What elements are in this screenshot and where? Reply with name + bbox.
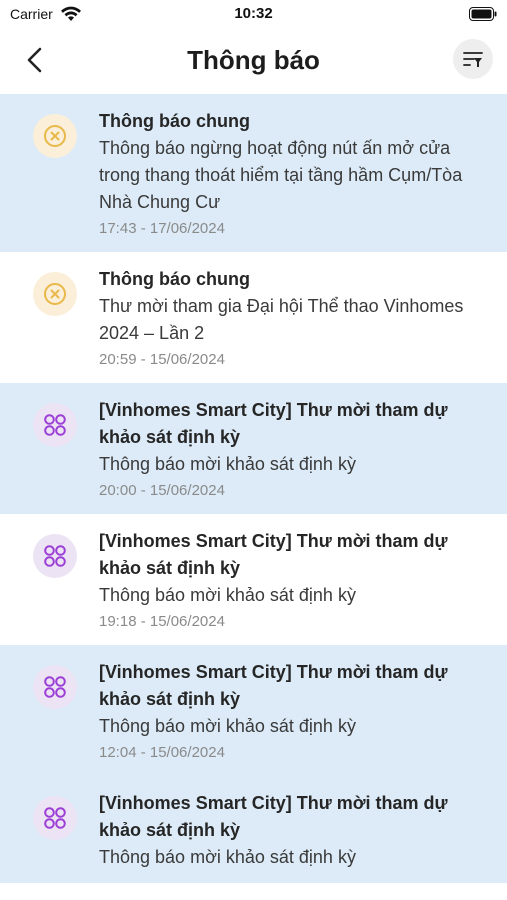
page-title: Thông báo (187, 45, 320, 75)
notification-item[interactable]: Thông báo chung Thư mời tham gia Đại hội … (0, 252, 507, 383)
notification-title: [Vinhomes Smart City] Thư mời tham dự kh… (99, 662, 448, 709)
x-circle-icon (44, 283, 66, 305)
navigation-bar: Thông báo (0, 30, 507, 94)
notification-timestamp: 20:59 - 15/06/2024 (99, 351, 225, 368)
grid-circles-icon (44, 414, 66, 436)
notification-title: [Vinhomes Smart City] Thư mời tham dự kh… (99, 531, 448, 578)
notification-item[interactable]: [Vinhomes Smart City] Thư mời tham dự kh… (0, 776, 507, 883)
notification-item[interactable]: [Vinhomes Smart City] Thư mời tham dự kh… (0, 514, 507, 645)
notification-list[interactable]: Thông báo chung Thông báo ngừng hoạt động… (0, 94, 507, 900)
notification-icon-badge (33, 272, 77, 316)
notification-title: Thông báo chung (99, 111, 250, 131)
notification-icon-badge (33, 665, 77, 709)
chevron-left-icon (27, 47, 42, 73)
notification-timestamp: 20:00 - 15/06/2024 (99, 482, 225, 499)
grid-circles-icon (44, 676, 66, 698)
grid-circles-icon (44, 545, 66, 567)
notification-body: Thông báo mời khảo sát định kỳ (99, 454, 356, 474)
notification-body: Thông báo ngừng hoạt động nút ấn mở cửa … (99, 138, 463, 212)
notification-title: [Vinhomes Smart City] Thư mời tham dự kh… (99, 400, 448, 447)
notification-body: Thư mời tham gia Đại hội Thể thao Vinhom… (99, 296, 464, 343)
notification-timestamp: 19:18 - 15/06/2024 (99, 613, 225, 630)
notification-body: Thông báo mời khảo sát định kỳ (99, 716, 356, 736)
filter-sort-icon (463, 52, 483, 67)
filter-button[interactable] (453, 39, 493, 79)
grid-circles-icon (44, 807, 66, 829)
notification-icon-badge (33, 534, 77, 578)
notification-item[interactable]: Thông báo chung Thông báo ngừng hoạt động… (0, 94, 507, 252)
battery-icon (469, 7, 497, 21)
x-circle-icon (44, 125, 66, 147)
notification-title: [Vinhomes Smart City] Thư mời tham dự kh… (99, 793, 448, 840)
notification-body: Thông báo mời khảo sát định kỳ (99, 847, 356, 867)
notification-icon-badge (33, 403, 77, 447)
notification-title: Thông báo chung (99, 269, 250, 289)
notification-icon-badge (33, 114, 77, 158)
notification-item[interactable]: [Vinhomes Smart City] Thư mời tham dự kh… (0, 383, 507, 514)
notification-icon-badge (33, 796, 77, 840)
notification-timestamp: 12:04 - 15/06/2024 (99, 744, 225, 761)
notification-body: Thông báo mời khảo sát định kỳ (99, 585, 356, 605)
status-bar: Carrier 10:32 (0, 0, 507, 30)
back-button[interactable] (20, 44, 52, 76)
status-time: 10:32 (234, 5, 273, 22)
notification-timestamp: 17:43 - 17/06/2024 (99, 220, 225, 237)
notification-item[interactable]: [Vinhomes Smart City] Thư mời tham dự kh… (0, 645, 507, 776)
